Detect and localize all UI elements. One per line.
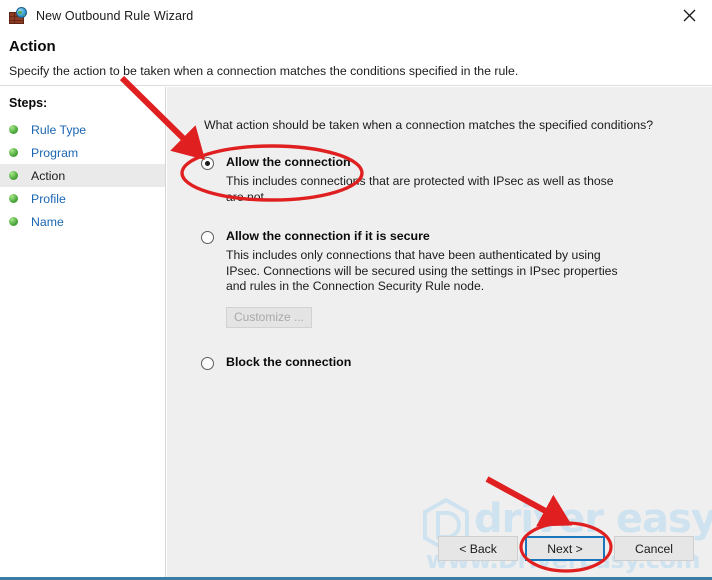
step-bullet-icon [9, 148, 18, 157]
sidebar-item-label: Program [31, 145, 79, 160]
radio-allow-if-secure[interactable] [201, 231, 214, 244]
window-title: New Outbound Rule Wizard [36, 9, 194, 23]
option-title: Block the connection [226, 354, 352, 369]
steps-sidebar: Steps: Rule Type Program Action Profile … [0, 87, 166, 577]
close-icon[interactable] [666, 0, 712, 31]
option-description: This includes only connections that have… [226, 248, 618, 293]
option-allow-if-secure[interactable]: Allow the connection if it is secure Thi… [201, 229, 691, 328]
steps-heading: Steps: [9, 96, 48, 110]
cancel-button[interactable]: Cancel [614, 536, 694, 561]
radio-allow-the-connection[interactable] [201, 157, 214, 170]
radio-block-the-connection[interactable] [201, 356, 214, 370]
wizard-window: New Outbound Rule Wizard Action Specify … [0, 0, 712, 580]
next-button[interactable]: Next > [525, 536, 605, 561]
option-description: This includes connections that are prote… [226, 174, 614, 204]
action-radio-group: Allow the connection This includes conne… [201, 155, 691, 370]
sidebar-item-action[interactable]: Action [0, 164, 165, 187]
title-bar: New Outbound Rule Wizard [0, 0, 712, 32]
sidebar-item-label: Action [31, 168, 66, 183]
firewall-globe-icon [9, 7, 27, 25]
footer-buttons: < Back Next > Cancel [167, 527, 712, 577]
option-title: Allow the connection if it is secure [226, 229, 430, 243]
option-title: Allow the connection [226, 155, 351, 169]
sidebar-item-label: Name [31, 214, 64, 229]
page-title: Action [9, 38, 56, 55]
sidebar-item-program[interactable]: Program [0, 141, 165, 164]
main-content: What action should be taken when a conne… [167, 87, 712, 577]
option-allow-the-connection[interactable]: Allow the connection This includes conne… [201, 155, 691, 205]
back-button[interactable]: < Back [438, 536, 518, 561]
step-bullet-icon [9, 217, 18, 226]
option-block-the-connection[interactable]: Block the connection [201, 355, 691, 370]
step-bullet-icon [9, 194, 18, 203]
sidebar-item-label: Profile [31, 191, 66, 206]
sidebar-item-label: Rule Type [31, 122, 87, 137]
sidebar-item-rule-type[interactable]: Rule Type [0, 118, 165, 141]
customize-button[interactable]: Customize ... [226, 306, 312, 328]
sidebar-item-profile[interactable]: Profile [0, 187, 165, 210]
step-bullet-icon [9, 125, 18, 134]
page-header: Action Specify the action to be taken wh… [0, 32, 712, 86]
sidebar-item-name[interactable]: Name [0, 210, 165, 233]
step-bullet-icon [9, 171, 18, 180]
page-subtitle: Specify the action to be taken when a co… [9, 64, 519, 78]
action-prompt: What action should be taken when a conne… [204, 118, 654, 132]
